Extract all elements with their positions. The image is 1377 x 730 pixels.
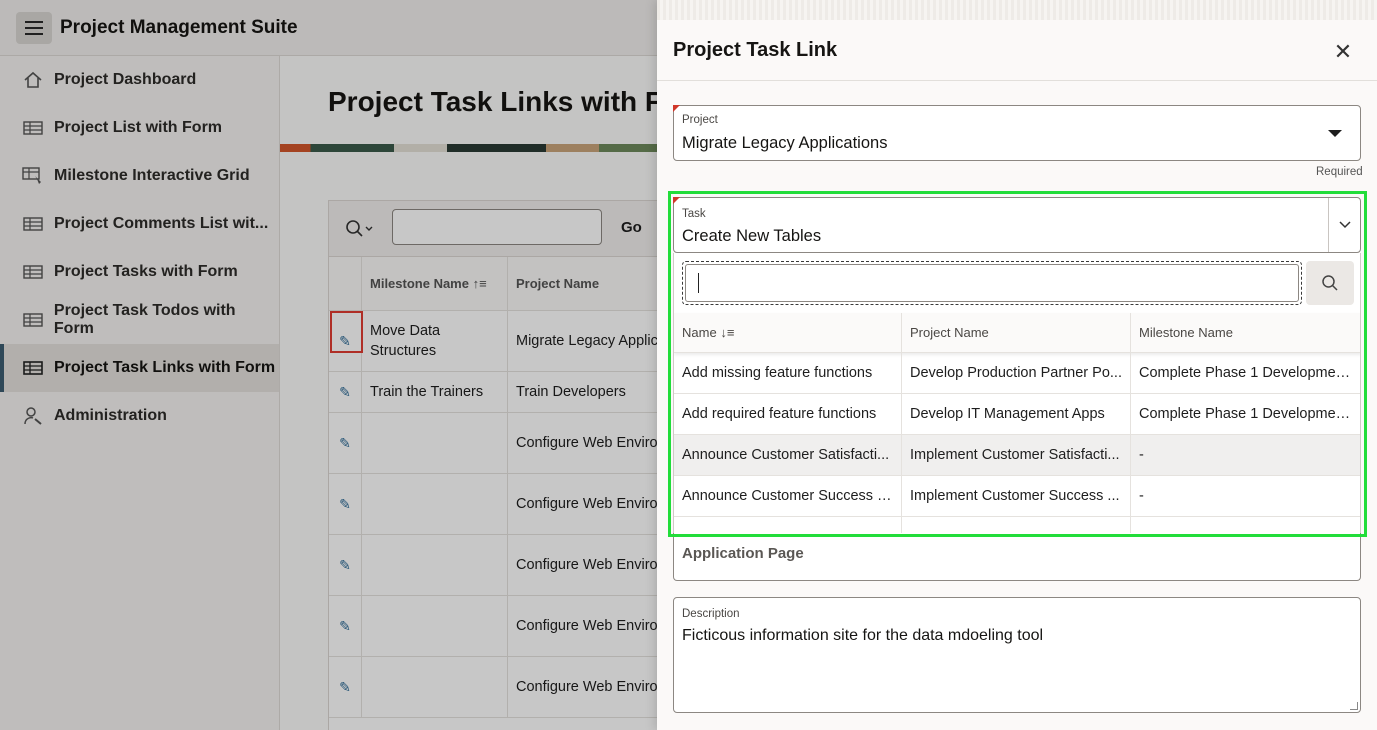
list-item[interactable]: Announce Customer Satisfacti... Implemen… [674, 435, 1360, 476]
list-item[interactable]: Add missing feature functions Develop Pr… [674, 353, 1360, 394]
lov-cell-project: Implement Customer Success ... [910, 488, 1120, 504]
required-indicator [673, 197, 680, 204]
close-button[interactable]: ✕ [1329, 38, 1357, 66]
application-page-label: Application Page [682, 545, 804, 562]
project-value: Migrate Legacy Applications [682, 134, 888, 152]
lov-search-input[interactable] [685, 264, 1299, 302]
task-link-drawer: Project Task Link ✕ Project Migrate Lega… [657, 0, 1377, 730]
lov-cell-milestone: Complete Phase 1 Development... [1139, 365, 1354, 381]
required-indicator [673, 105, 680, 112]
lov-cell-milestone: - [1139, 488, 1144, 504]
project-label: Project [682, 114, 718, 126]
resize-handle[interactable] [1350, 702, 1358, 710]
lov-cell-name: Add required feature functions [682, 406, 877, 422]
lov-cell-milestone: Complete Phase 1 Development... [1139, 406, 1354, 422]
lov-search-field[interactable] [682, 261, 1302, 305]
lov-cell-name: Add missing feature functions [682, 365, 873, 381]
column-header-name[interactable]: Name ↓≡ [674, 313, 902, 352]
list-item[interactable]: Add required feature functions Develop I… [674, 394, 1360, 435]
drawer-header: Project Task Link ✕ [657, 20, 1377, 81]
lov-cell-name: Announce Customer Success a... [682, 488, 893, 504]
drawer-texture [657, 0, 1377, 20]
project-select[interactable]: Project Migrate Legacy Applications [673, 105, 1361, 161]
lov-cell-project: Develop IT Management Apps [910, 406, 1105, 422]
text-cursor [698, 273, 699, 293]
list-item[interactable]: Announce Customer Success a... Implement… [674, 476, 1360, 517]
column-header-project-name[interactable]: Project Name [902, 313, 1131, 352]
lov-header-row: Name ↓≡ Project Name Milestone Name [674, 313, 1360, 353]
lov-search-button[interactable] [1306, 261, 1354, 305]
task-value: Create New Tables [682, 227, 822, 245]
drawer-title: Project Task Link [673, 39, 838, 61]
search-icon [1322, 275, 1338, 291]
close-icon: ✕ [1333, 39, 1353, 64]
description-field[interactable]: Description Ficticous information site f… [673, 597, 1361, 713]
required-text: Required [1316, 166, 1363, 178]
caret-down-icon [1328, 130, 1342, 137]
task-label: Task [682, 208, 706, 220]
column-header-milestone-name[interactable]: Milestone Name [1131, 313, 1360, 352]
lov-cell-milestone: - [1139, 447, 1144, 463]
list-item-partial[interactable] [674, 517, 1360, 533]
lov-cell-project: Develop Production Partner Po... [910, 365, 1122, 381]
lov-cell-project: Implement Customer Satisfacti... [910, 447, 1120, 463]
application-page-field[interactable]: Application Page [673, 525, 1361, 581]
description-value: Ficticous information site for the data … [682, 627, 1044, 644]
description-label: Description [682, 608, 740, 620]
task-lov-popup: Name ↓≡ Project Name Milestone Name Add … [673, 253, 1361, 533]
chevron-down-icon[interactable] [1328, 198, 1360, 252]
lov-results-table: Name ↓≡ Project Name Milestone Name Add … [674, 313, 1360, 533]
task-popup-lov[interactable]: Task Create New Tables [673, 197, 1361, 253]
lov-cell-name: Announce Customer Satisfacti... [682, 447, 890, 463]
sort-desc-icon: ↓≡ [720, 325, 735, 340]
